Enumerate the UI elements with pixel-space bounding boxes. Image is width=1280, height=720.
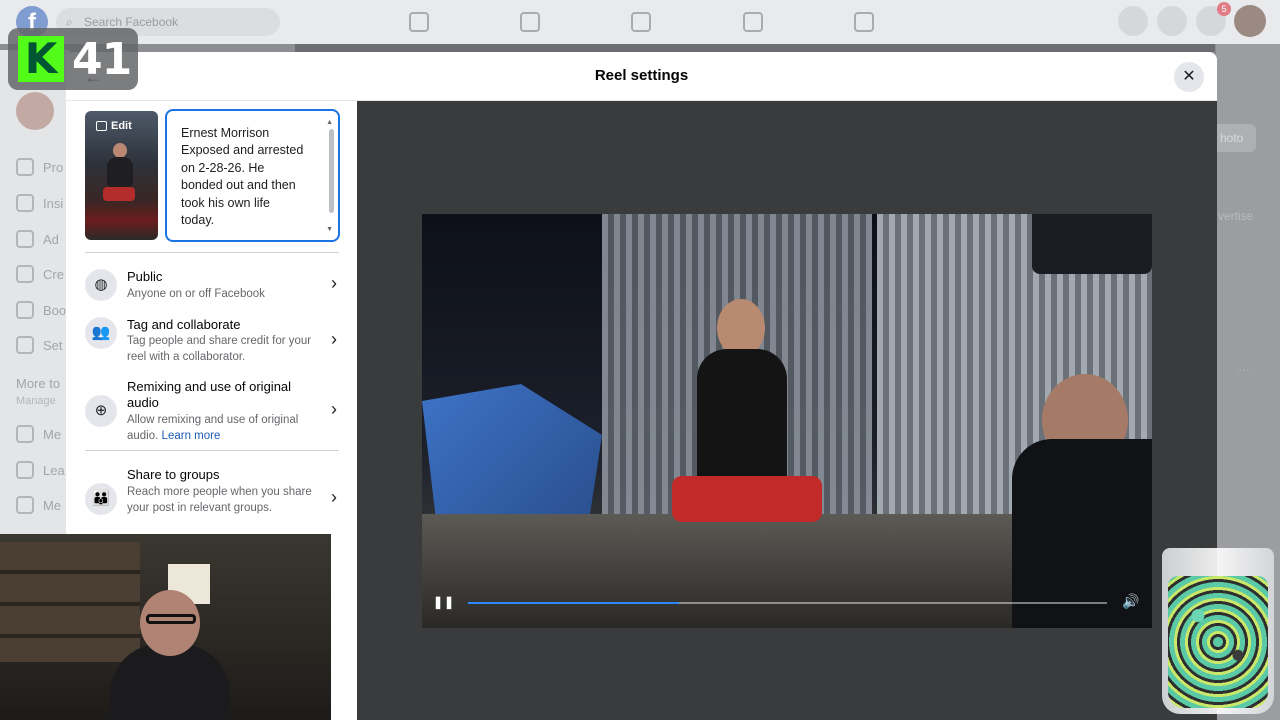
privacy-option[interactable]: ◍ Public Anyone on or off Facebook › (85, 269, 339, 305)
page-avatar[interactable] (16, 92, 54, 130)
sidebar-section-title: More to (16, 376, 61, 391)
people-icon: 👥 (85, 317, 117, 349)
more-options-icon[interactable]: ··· (1238, 362, 1250, 376)
account-avatar[interactable] (1234, 5, 1266, 37)
groups-icon: 👪 (85, 483, 117, 515)
flag-icon[interactable] (520, 12, 540, 32)
calendar-icon[interactable] (854, 12, 874, 32)
caption-textarea[interactable]: Ernest Morrison Exposed and arrested on … (165, 109, 340, 242)
insights-icon (16, 194, 34, 212)
sidebar-section-subtitle: Manage (16, 395, 56, 407)
caption-line: took his own life (181, 195, 270, 210)
profile-icon (16, 158, 34, 176)
webcam-overlay (0, 534, 331, 720)
chart-icon[interactable] (631, 12, 651, 32)
megaphone-icon[interactable] (743, 12, 763, 32)
settings-icon (16, 336, 34, 354)
search-placeholder: Search Facebook (84, 15, 179, 29)
option-title: Public (127, 269, 163, 284)
sidebar-item-instagram[interactable]: Boo (16, 301, 66, 319)
scroll-down-icon[interactable]: ▼ (326, 221, 333, 238)
video-progress-fill (468, 602, 679, 604)
reel-thumbnail[interactable]: Edit (85, 111, 158, 240)
sidebar-item-meta[interactable]: Me (16, 496, 61, 514)
option-title: Share to groups (127, 467, 220, 482)
chevron-right-icon: › (331, 329, 337, 349)
home-icon[interactable] (409, 12, 429, 32)
image-icon (96, 121, 107, 131)
modal-title: Reel settings (594, 67, 689, 84)
meta-icon (16, 496, 34, 514)
sidebar-item-meta-verified[interactable]: Me (16, 425, 61, 443)
option-desc: Allow remixing and use of original audio… (127, 412, 322, 444)
divider (85, 450, 339, 451)
messenger-icon[interactable] (1157, 6, 1187, 36)
modal-header: ← Reel settings ✕ (66, 52, 1217, 101)
caption-scrollbar[interactable] (329, 129, 334, 213)
caption-line: Ernest Morrison (181, 126, 270, 140)
video-progress-bar[interactable] (468, 602, 1107, 604)
menu-grid-icon[interactable] (1118, 6, 1148, 36)
caption-line: bonded out and then (181, 178, 296, 193)
caption-line: on 2-28-26. He (181, 160, 265, 175)
sidebar-item-learn[interactable]: Lea (16, 461, 65, 479)
share-to-groups-option[interactable]: 👪 Share to groups Reach more people when… (85, 467, 339, 533)
cup-overlay (1162, 548, 1274, 714)
edit-label: Edit (111, 120, 132, 132)
facebook-topbar: f ⌕ Search Facebook 5 (0, 0, 1280, 44)
check-icon (16, 425, 34, 443)
option-title: Remixing and use of original audio (127, 379, 292, 410)
remix-icon: ⊕ (85, 395, 117, 427)
option-desc: Anyone on or off Facebook (127, 288, 265, 300)
sidebar-item-profile[interactable]: Pro (16, 158, 63, 176)
learn-more-link[interactable]: Learn more (162, 430, 221, 442)
chevron-right-icon: › (331, 487, 337, 507)
viewer-count: 41 (72, 34, 132, 85)
caption-line: today. (181, 213, 215, 228)
reel-video[interactable]: ❚❚ 🔊 (422, 214, 1152, 628)
kick-viewer-overlay: K 41 (8, 28, 138, 90)
learn-icon (16, 461, 34, 479)
sidebar-item-ad-center[interactable]: Ad (16, 230, 59, 248)
advertise-button[interactable]: vertise (1216, 204, 1276, 228)
divider (85, 252, 339, 253)
notification-badge: 5 (1217, 2, 1231, 16)
tag-collaborate-option[interactable]: 👥 Tag and collaborate Tag people and sha… (85, 317, 339, 367)
pause-icon[interactable]: ❚❚ (433, 595, 455, 609)
chevron-right-icon: › (331, 273, 337, 293)
page-cover (295, 44, 1215, 52)
option-desc: Reach more people when you share your po… (127, 486, 312, 514)
video-preview-area: ❚❚ 🔊 (357, 101, 1217, 720)
volume-icon[interactable]: 🔊 (1122, 593, 1139, 610)
sidebar-item-settings[interactable]: Set (16, 336, 63, 354)
ad-center-icon (16, 230, 34, 248)
instagram-icon (16, 301, 34, 319)
creator-icon (16, 265, 34, 283)
chevron-right-icon: › (331, 399, 337, 419)
close-button[interactable]: ✕ (1174, 62, 1204, 92)
option-desc: Tag people and share credit for your ree… (127, 335, 312, 363)
sidebar-item-insights[interactable]: Insi (16, 194, 63, 212)
option-title: Tag and collaborate (127, 317, 241, 332)
caption-line: Exposed and arrested (181, 143, 304, 158)
edit-thumbnail-button[interactable]: Edit (96, 120, 132, 132)
globe-icon: ◍ (85, 269, 117, 301)
edit-photo-button[interactable]: hoto (1216, 124, 1256, 152)
remix-audio-option[interactable]: ⊕ Remixing and use of original audio All… (85, 379, 339, 445)
sidebar-item-creator[interactable]: Cre (16, 265, 64, 283)
kick-logo: K (18, 36, 64, 82)
